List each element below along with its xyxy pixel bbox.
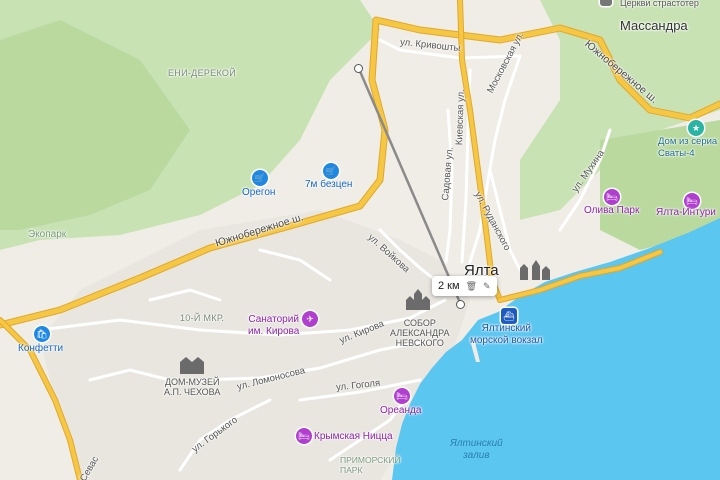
- poi-label-krymskaya-nitsa[interactable]: Крымская Ницца: [314, 431, 393, 442]
- airplane-icon[interactable]: ✈: [302, 311, 318, 327]
- poi-label-oliva[interactable]: Олива Парк: [584, 205, 639, 216]
- shopping-bag-icon[interactable]: 🛍: [34, 326, 50, 342]
- poi-label-morskoi-vokzal[interactable]: Ялтинский морской вокзал: [470, 323, 543, 347]
- map-canvas[interactable]: 2 км 🗑 ✎ Ялта Массандра Церкви страстоте…: [0, 0, 720, 480]
- trash-icon[interactable]: 🗑: [466, 281, 477, 292]
- ruler-distance-box: 2 км 🗑 ✎: [432, 276, 497, 296]
- poi-label-yalta-inturist[interactable]: Ялта-Интури: [656, 207, 716, 218]
- street-kievskaya: Киевская ул.: [454, 89, 467, 146]
- poi-label-dom-iz-seriala[interactable]: Дом из сериа Сваты-4: [658, 136, 717, 160]
- hotel-icon[interactable]: 🛏: [296, 428, 312, 444]
- cathedral-icon: [406, 289, 430, 310]
- park-primorsky: ПРИМОРСКИЙ ПАРК: [340, 455, 401, 475]
- poi-label-7m[interactable]: 7м безцен: [305, 179, 352, 190]
- poi-label-konfetti[interactable]: Конфетти: [18, 343, 63, 354]
- shopping-cart-icon[interactable]: 🛒: [323, 163, 339, 179]
- sight-label-sobor[interactable]: СОБОР АЛЕКСАНДРА НЕВСКОГО: [390, 318, 450, 348]
- star-icon[interactable]: ★: [688, 120, 704, 136]
- pencil-icon[interactable]: ✎: [483, 281, 491, 292]
- museum-icon: [180, 357, 204, 374]
- church-icon: [520, 260, 550, 280]
- water-label-yalta-bay: Ялтинский залив: [450, 438, 503, 461]
- hotel-icon[interactable]: 🛏: [394, 388, 410, 404]
- poi-label-oregon[interactable]: Орегон: [242, 187, 275, 198]
- poi-label-sanatorium[interactable]: Санаторий им. Кирова: [248, 314, 299, 338]
- church-icon: [600, 0, 612, 6]
- ferry-icon[interactable]: ⛴: [501, 308, 517, 324]
- district-10-mkr: 10-Й МКР.: [180, 313, 225, 323]
- sight-label-chekhov[interactable]: ДОМ-МУЗЕЙ А.П. ЧЕХОВА: [164, 377, 220, 397]
- district-eni-derekoi: ЕНИ-ДЕРЕКОЙ: [168, 68, 236, 78]
- ruler-start-point[interactable]: [354, 64, 363, 73]
- hotel-icon[interactable]: 🛏: [604, 189, 620, 205]
- city-label-yalta: Ялта: [464, 262, 499, 279]
- ruler-distance-label: 2 км: [438, 280, 460, 292]
- shopping-cart-icon[interactable]: 🛒: [252, 170, 268, 186]
- city-label-massandra: Массандра: [620, 18, 688, 33]
- ruler-end-point[interactable]: [456, 300, 465, 309]
- park-ekopark: Экопарк: [28, 229, 67, 240]
- top-partial-label: Церкви страстотер: [620, 0, 699, 8]
- poi-label-oreanda[interactable]: Ореанда: [380, 405, 421, 416]
